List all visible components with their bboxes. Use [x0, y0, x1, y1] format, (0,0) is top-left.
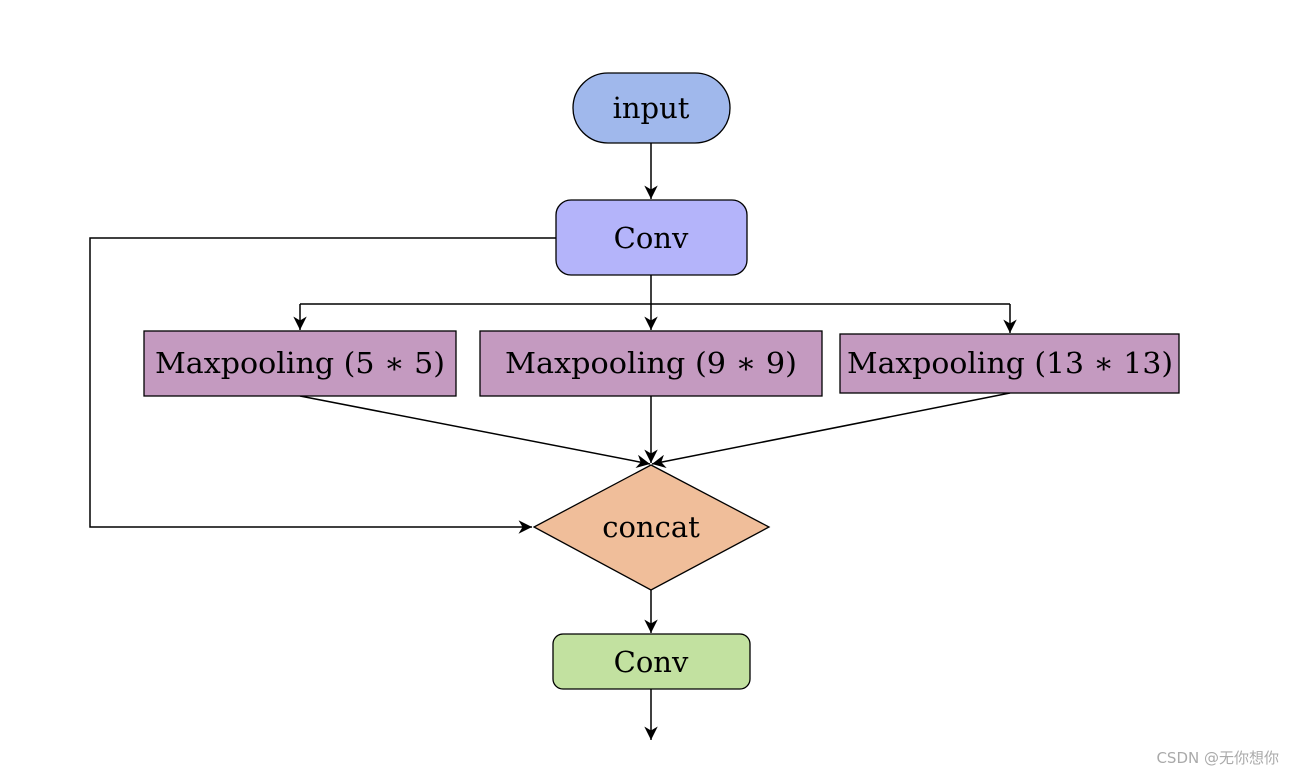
- watermark: CSDN @无你想你: [1156, 749, 1279, 767]
- node-maxpool3: Maxpooling (13 ∗ 13): [839, 333, 1180, 394]
- node-conv1-label: Conv: [614, 221, 689, 255]
- node-concat: concat: [532, 464, 771, 591]
- node-conv2-label: Conv: [614, 645, 689, 679]
- node-maxpool3-label: Maxpooling (13 ∗ 13): [847, 346, 1173, 380]
- node-maxpool2: Maxpooling (9 ∗ 9): [479, 330, 823, 397]
- node-input-label: input: [613, 91, 690, 125]
- edge-maxpool1-concat: [299, 395, 651, 469]
- node-maxpool2-label: Maxpooling (9 ∗ 9): [505, 346, 797, 380]
- edge-maxpool3-concat: [651, 392, 1011, 468]
- node-conv2: Conv: [552, 633, 751, 690]
- node-concat-label: concat: [602, 510, 700, 544]
- node-maxpool1: Maxpooling (5 ∗ 5): [143, 330, 457, 397]
- diagram-canvas: input Conv Maxpooling (5 ∗ 5) Maxpooling…: [89, 72, 1180, 740]
- node-maxpool1-label: Maxpooling (5 ∗ 5): [155, 346, 445, 380]
- node-input: input: [572, 72, 731, 144]
- node-conv1: Conv: [555, 199, 748, 276]
